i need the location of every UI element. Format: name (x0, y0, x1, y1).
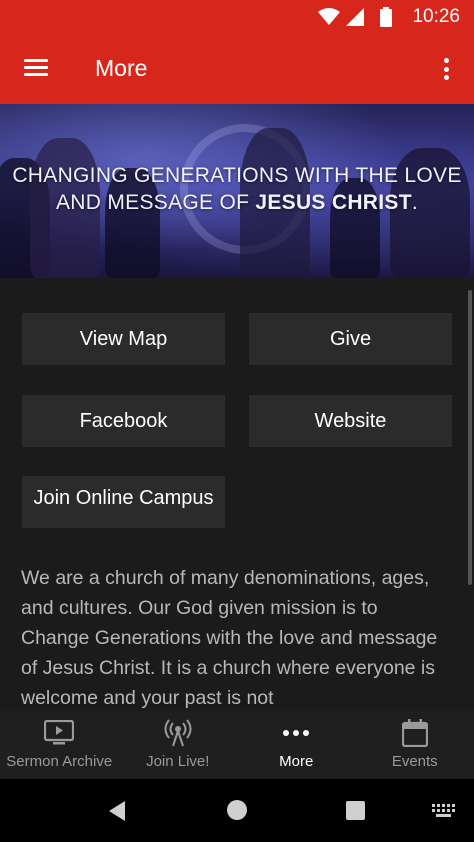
nav-label: Sermon Archive (6, 753, 113, 770)
system-nav-bar (0, 779, 474, 842)
join-online-campus-button[interactable]: Join Online Campus (22, 476, 225, 528)
nav-more[interactable]: More (237, 711, 356, 779)
status-icons (318, 7, 392, 27)
website-button[interactable]: Website (249, 395, 452, 447)
hero-tagline: CHANGING GENERATIONS WITH THE LOVE AND M… (0, 162, 474, 216)
broadcast-icon (164, 719, 192, 747)
status-time: 10:26 (412, 6, 460, 27)
view-map-button[interactable]: View Map (22, 313, 225, 365)
keyboard-icon[interactable] (432, 804, 456, 818)
recent-apps-icon[interactable] (346, 801, 365, 820)
top-bar: 10:26 More (0, 0, 474, 104)
bottom-nav: Sermon Archive Join Live! More Events (0, 711, 474, 779)
overflow-menu-button[interactable] (436, 54, 456, 84)
church-description: We are a church of many denominations, a… (21, 567, 438, 709)
hero-emphasis: JESUS CHRIST (255, 191, 412, 214)
facebook-button[interactable]: Facebook (22, 395, 225, 447)
hero-line-1: CHANGING GENERATIONS WITH THE LOVE (12, 164, 462, 187)
give-button[interactable]: Give (249, 313, 452, 365)
wifi-icon (318, 8, 340, 25)
page-title: More (95, 55, 148, 81)
nav-sermon-archive[interactable]: Sermon Archive (0, 711, 119, 779)
nav-label: More (279, 753, 314, 770)
home-icon[interactable] (227, 800, 247, 820)
hero-line-2: AND MESSAGE OF JESUS CHRIST. (56, 191, 418, 214)
hero-banner: CHANGING GENERATIONS WITH THE LOVE AND M… (0, 104, 474, 278)
tv-play-icon (44, 719, 75, 747)
more-dots-icon (282, 719, 310, 747)
signal-icon (346, 8, 364, 26)
calendar-icon (401, 719, 428, 747)
back-icon[interactable] (107, 800, 127, 822)
nav-join-live[interactable]: Join Live! (119, 711, 238, 779)
status-bar: 10:26 (0, 0, 474, 34)
scrollbar[interactable] (468, 290, 472, 585)
battery-icon (380, 7, 392, 27)
nav-events[interactable]: Events (356, 711, 474, 779)
app-bar: More (0, 34, 474, 104)
nav-label: Events (391, 753, 438, 770)
menu-button[interactable] (22, 54, 50, 82)
nav-label: Join Live! (146, 753, 210, 770)
